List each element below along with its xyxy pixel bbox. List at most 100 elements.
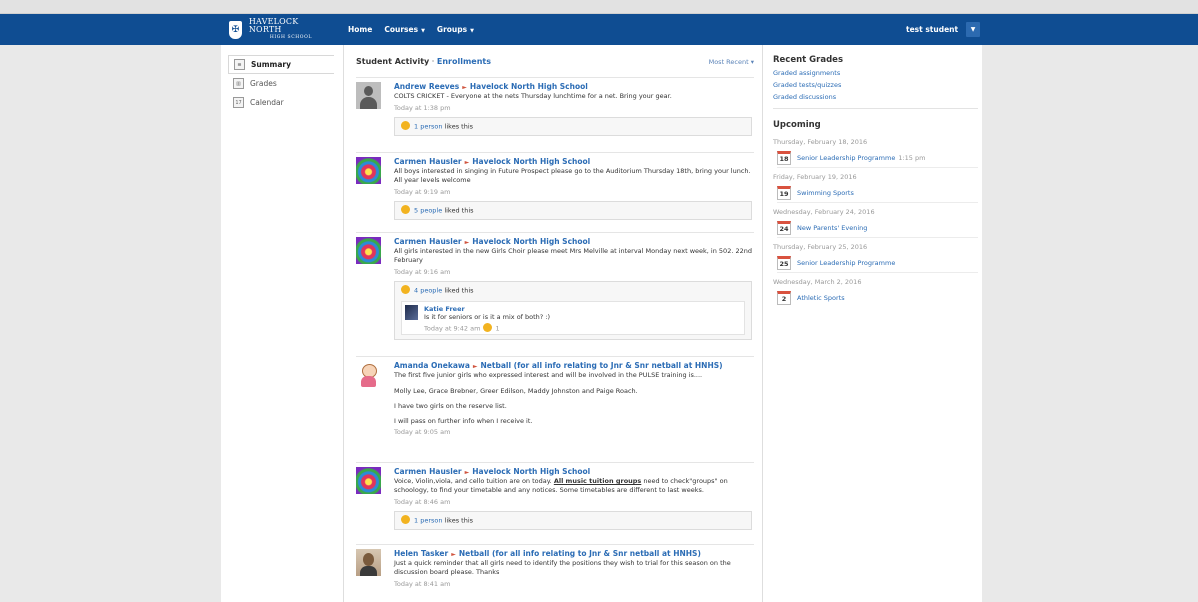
like-box: 4 people liked this Katie Freer Is it fo… xyxy=(394,281,752,340)
post-author[interactable]: Carmen Hausler xyxy=(394,157,462,166)
arrow-right-icon: ► xyxy=(462,84,467,91)
feed-post: Helen Tasker ► Netball (for all info relat… xyxy=(356,544,754,602)
post-time: Today at 9:19 am xyxy=(394,188,451,196)
avatar[interactable] xyxy=(356,82,381,109)
sort-dropdown[interactable]: Most Recent ▾ xyxy=(709,58,754,66)
comment-like-count: 1 xyxy=(495,324,500,333)
comment-avatar[interactable] xyxy=(405,305,418,320)
post-author[interactable]: Andrew Reeves xyxy=(394,82,459,91)
main-nav: Home Courses ▼ Groups ▼ xyxy=(348,25,474,34)
feed-post: Carmen Hausler ► Havelock North High Schoo… xyxy=(356,462,754,544)
post-paragraph: I have two girls on the reserve list. xyxy=(394,402,507,410)
likes-text: likes this xyxy=(444,516,474,525)
upcoming-event[interactable]: 2 Athletic Sports xyxy=(777,288,978,308)
upcoming-date: Thursday, February 18, 2016 xyxy=(773,138,868,146)
right-column: Recent Grades Graded assignments Graded … xyxy=(773,55,978,308)
sidebar-item-label: Grades xyxy=(250,79,277,88)
likers-link[interactable]: 4 people xyxy=(414,287,442,295)
user-name[interactable]: test student xyxy=(906,25,958,34)
post-text: All boys interested in singing in Future… xyxy=(394,167,751,184)
like-box: 5 people liked this xyxy=(394,201,752,220)
chevron-down-icon: ▼ xyxy=(970,26,976,33)
browser-strip xyxy=(0,0,1198,14)
avatar[interactable] xyxy=(356,237,381,264)
feed-title: Student Activity xyxy=(356,57,430,66)
avatar[interactable] xyxy=(356,467,381,494)
post-group[interactable]: Netball (for all info relating to Jnr & … xyxy=(481,361,723,370)
feed-header: Student Activity · Enrollments Most Rece… xyxy=(356,57,754,66)
calendar-date-icon: 19 xyxy=(777,185,791,200)
sidebar-item-grades[interactable]: ▥ Grades xyxy=(228,74,334,93)
sidebar-item-label: Summary xyxy=(251,60,292,69)
post-time: Today at 8:46 am xyxy=(394,498,451,506)
user-menu-button[interactable]: ▼ xyxy=(966,22,980,37)
post-text-emphasis: All music tuition groups xyxy=(553,477,642,485)
upcoming-event-title[interactable]: Senior Leadership Programme xyxy=(797,154,895,162)
like-smiley-icon[interactable] xyxy=(401,205,410,214)
post-time: Today at 8:41 am xyxy=(394,580,451,588)
chevron-down-icon: ▾ xyxy=(750,58,754,66)
feed-post: Carmen Hausler ► Havelock North High Schoo… xyxy=(356,152,754,232)
activity-feed: Student Activity · Enrollments Most Rece… xyxy=(343,45,763,602)
avatar[interactable] xyxy=(356,361,381,388)
arrow-right-icon: ► xyxy=(464,469,470,476)
school-crest-icon: ✠ xyxy=(229,20,242,39)
upcoming-event[interactable]: 25 Senior Leadership Programme xyxy=(777,253,978,273)
comment: Katie Freer Is it for seniors or is it a… xyxy=(401,301,745,335)
post-text: Voice, Violin,viola, and cello tuition a… xyxy=(394,477,754,495)
post-group[interactable]: Netball (for all info relating to Jnr & … xyxy=(459,549,701,558)
post-author[interactable]: Amanda Onekawa xyxy=(394,361,470,370)
upcoming-event-title[interactable]: New Parents' Evening xyxy=(797,224,867,232)
upcoming-event-title[interactable]: Athletic Sports xyxy=(797,294,845,302)
graded-discussions-link[interactable]: Graded discussions xyxy=(773,93,978,101)
likers-link[interactable]: 1 person xyxy=(414,123,442,131)
upcoming-event[interactable]: 18 Senior Leadership Programme 1:15 pm xyxy=(777,148,978,168)
sort-dropdown-label: Most Recent xyxy=(708,58,749,66)
calendar-date-icon: 25 xyxy=(777,255,791,270)
post-time: Today at 9:16 am xyxy=(394,268,451,276)
avatar[interactable] xyxy=(356,157,381,184)
graded-tests-link[interactable]: Graded tests/quizzes xyxy=(773,81,978,89)
upcoming-event-title[interactable]: Senior Leadership Programme xyxy=(797,259,895,267)
upcoming-date: Wednesday, March 2, 2016 xyxy=(773,278,862,286)
post-group[interactable]: Havelock North High School xyxy=(470,82,588,91)
sidebar-item-calendar[interactable]: 17 Calendar xyxy=(228,93,334,112)
upcoming-title: Upcoming xyxy=(773,120,821,130)
calendar-date-icon: 18 xyxy=(777,150,791,165)
grades-icon: ▥ xyxy=(233,78,244,89)
post-group[interactable]: Havelock North High School xyxy=(472,157,590,166)
post-author[interactable]: Carmen Hausler xyxy=(394,237,462,246)
upcoming-date: Wednesday, February 24, 2016 xyxy=(773,208,875,216)
post-text: The first five junior girls who expresse… xyxy=(394,371,703,379)
nav-groups[interactable]: Groups ▼ xyxy=(437,25,474,34)
nav-courses[interactable]: Courses ▼ xyxy=(384,25,425,34)
post-author[interactable]: Helen Tasker xyxy=(394,549,448,558)
comment-meta: Today at 9:42 am 1 xyxy=(424,323,500,333)
nav-home[interactable]: Home xyxy=(348,25,372,34)
comment-time: Today at 9:42 am xyxy=(424,324,481,333)
calendar-icon: 17 xyxy=(233,97,244,108)
post-group[interactable]: Havelock North High School xyxy=(472,467,590,476)
post-text: COLTS CRICKET - Everyone at the nets Thu… xyxy=(394,92,672,100)
like-smiley-icon[interactable] xyxy=(482,323,492,332)
post-group[interactable]: Havelock North High School xyxy=(472,237,590,246)
school-logo[interactable]: ✠ HAVELOCK NORTH HIGH SCHOOL xyxy=(229,17,333,42)
feed-post: Amanda Onekawa ► Netball (for all info rel… xyxy=(356,356,754,462)
chevron-down-icon: ▼ xyxy=(421,28,425,34)
upcoming-event[interactable]: 24 New Parents' Evening xyxy=(777,218,978,238)
post-text: All girls interested in the new Girls Ch… xyxy=(394,247,752,264)
likers-link[interactable]: 1 person xyxy=(414,517,442,525)
graded-assignments-link[interactable]: Graded assignments xyxy=(773,69,978,77)
like-smiley-icon[interactable] xyxy=(401,515,410,524)
enrollments-link[interactable]: Enrollments xyxy=(437,57,491,66)
comment-author[interactable]: Katie Freer xyxy=(424,305,465,313)
feed-title-separator: · xyxy=(431,57,435,66)
likers-link[interactable]: 5 people xyxy=(414,207,442,215)
like-smiley-icon[interactable] xyxy=(401,285,410,294)
upcoming-event-title[interactable]: Swimming Sports xyxy=(797,189,854,197)
post-author[interactable]: Carmen Hausler xyxy=(394,467,462,476)
upcoming-event[interactable]: 19 Swimming Sports xyxy=(777,183,978,203)
like-smiley-icon[interactable] xyxy=(401,121,410,130)
avatar[interactable] xyxy=(356,549,381,576)
sidebar-item-summary[interactable]: ≡ Summary xyxy=(228,55,334,74)
